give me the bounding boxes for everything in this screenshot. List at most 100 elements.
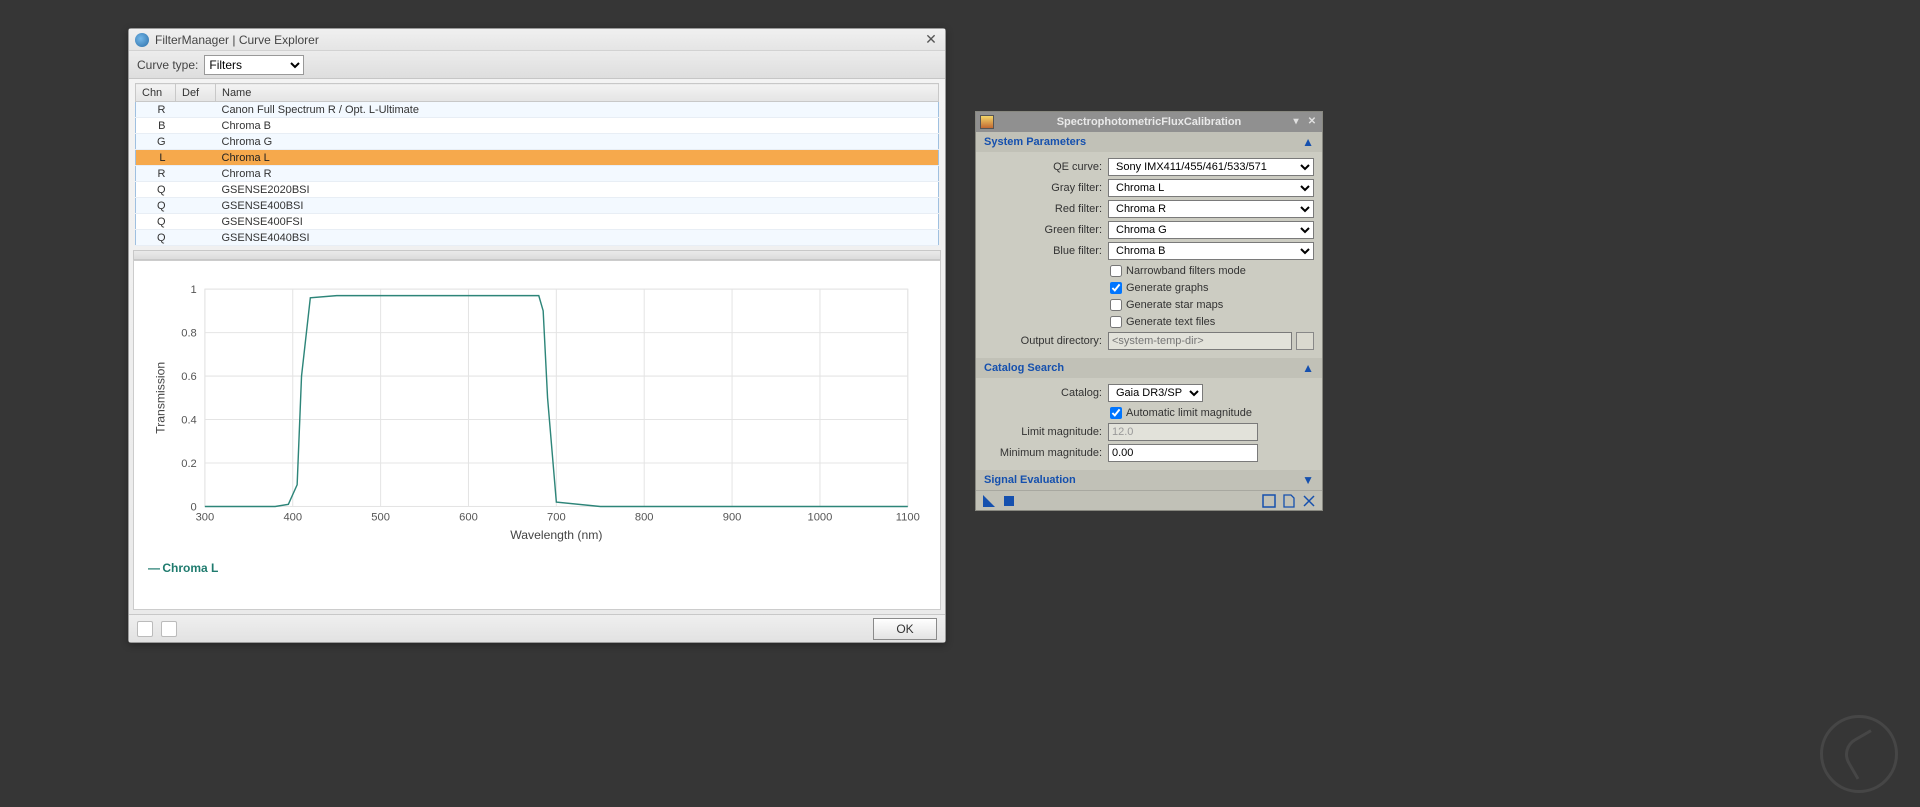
svg-text:700: 700 — [547, 512, 566, 524]
background-watermark — [1820, 715, 1898, 793]
col-def[interactable]: Def — [176, 84, 216, 102]
svg-text:0.8: 0.8 — [181, 328, 197, 340]
section-signal-evaluation[interactable]: Signal Evaluation ▼ — [976, 470, 1322, 490]
spfc-titlebar[interactable]: SpectrophotometricFluxCalibration ▾ ✕ — [976, 112, 1322, 132]
qe-curve-select[interactable]: Sony IMX411/455/461/533/571 — [1108, 158, 1314, 176]
export-pdf-icon[interactable] — [137, 621, 153, 637]
apply-global-icon[interactable] — [1262, 494, 1276, 508]
system-parameters-body: QE curve: Sony IMX411/455/461/533/571 Gr… — [976, 152, 1322, 358]
green-label: Green filter: — [984, 224, 1108, 236]
close-icon[interactable]: ✕ — [923, 31, 939, 48]
window-title: FilterManager | Curve Explorer — [155, 33, 319, 47]
curve-type-select[interactable]: Filters — [204, 55, 304, 75]
cell-def — [176, 166, 216, 182]
app-icon — [135, 33, 149, 47]
gray-filter-select[interactable]: Chroma L — [1108, 179, 1314, 197]
cell-chn: G — [136, 134, 176, 150]
chart-legend: — Chroma L — [148, 551, 920, 575]
output-directory-input[interactable] — [1108, 332, 1292, 350]
cell-def — [176, 118, 216, 134]
browse-icon[interactable] — [1296, 332, 1314, 350]
ok-button[interactable]: OK — [873, 618, 937, 640]
cell-name: Chroma L — [216, 150, 939, 166]
table-row[interactable]: QGSENSE400BSI — [136, 198, 939, 214]
filtermanager-titlebar[interactable]: FilterManager | Curve Explorer ✕ — [129, 29, 945, 51]
qe-label: QE curve: — [984, 161, 1108, 173]
apply-icon[interactable] — [1002, 494, 1016, 508]
svg-text:400: 400 — [283, 512, 302, 524]
cell-def — [176, 198, 216, 214]
reset-icon[interactable] — [1302, 494, 1316, 508]
cell-def — [176, 182, 216, 198]
generate-starmaps-check[interactable] — [1110, 299, 1122, 311]
table-row[interactable]: RChroma R — [136, 166, 939, 182]
cell-chn: Q — [136, 182, 176, 198]
section-system-parameters[interactable]: System Parameters ▲ — [976, 132, 1322, 152]
new-instance-icon[interactable] — [982, 494, 996, 508]
close-icon[interactable]: ✕ — [1306, 116, 1318, 128]
svg-text:Wavelength (nm): Wavelength (nm) — [510, 528, 602, 542]
green-filter-select[interactable]: Chroma G — [1108, 221, 1314, 239]
col-chn[interactable]: Chn — [136, 84, 176, 102]
collapse-icon[interactable]: ▲ — [1302, 361, 1314, 375]
svg-text:500: 500 — [371, 512, 390, 524]
cell-chn: R — [136, 102, 176, 118]
svg-text:0.2: 0.2 — [181, 458, 197, 470]
cell-name: Chroma R — [216, 166, 939, 182]
cell-chn: Q — [136, 198, 176, 214]
auto-limit-mag-check[interactable] — [1110, 407, 1122, 419]
minimum-magnitude-input[interactable] — [1108, 444, 1258, 462]
svg-text:Transmission: Transmission — [153, 362, 167, 434]
table-row[interactable]: G Chroma G — [136, 134, 939, 150]
section-catalog-search[interactable]: Catalog Search ▲ — [976, 358, 1322, 378]
red-filter-select[interactable]: Chroma R — [1108, 200, 1314, 218]
cell-def — [176, 134, 216, 150]
cell-chn: L — [136, 150, 176, 166]
cell-name: Chroma G — [216, 134, 939, 150]
table-row[interactable]: B Chroma B — [136, 118, 939, 134]
minimize-icon[interactable]: ▾ — [1290, 116, 1302, 128]
svg-text:1100: 1100 — [896, 512, 920, 524]
splitter[interactable] — [133, 250, 941, 260]
spfc-title: SpectrophotometricFluxCalibration — [1057, 116, 1242, 128]
curve-type-label: Curve type: — [137, 58, 198, 72]
narrowband-check[interactable] — [1110, 265, 1122, 277]
cell-def — [176, 102, 216, 118]
filter-table[interactable]: Chn Def Name RCanon Full Spectrum R / Op… — [135, 83, 939, 246]
expand-icon[interactable]: ▼ — [1302, 473, 1314, 487]
spfc-footer — [976, 490, 1322, 510]
col-name[interactable]: Name — [216, 84, 939, 102]
cell-def — [176, 150, 216, 166]
cell-name: Chroma B — [216, 118, 939, 134]
gray-label: Gray filter: — [984, 182, 1108, 194]
table-row[interactable]: Q GSENSE400FSI — [136, 214, 939, 230]
collapse-icon[interactable]: ▲ — [1302, 135, 1314, 149]
cell-name: GSENSE4040BSI — [216, 230, 939, 246]
cell-chn: B — [136, 118, 176, 134]
red-label: Red filter: — [984, 203, 1108, 215]
table-row[interactable]: RCanon Full Spectrum R / Opt. L-Ultimate — [136, 102, 939, 118]
cell-name: GSENSE400FSI — [216, 214, 939, 230]
filtermanager-statusbar: OK — [129, 614, 945, 642]
cell-chn: Q — [136, 214, 176, 230]
catalog-select[interactable]: Gaia DR3/SP — [1108, 384, 1203, 402]
table-row[interactable]: L Chroma L — [136, 150, 939, 166]
docs-icon[interactable] — [1282, 494, 1296, 508]
table-row[interactable]: QGSENSE2020BSI — [136, 182, 939, 198]
blue-filter-select[interactable]: Chroma B — [1108, 242, 1314, 260]
filtermanager-window: FilterManager | Curve Explorer ✕ Curve t… — [128, 28, 946, 643]
generate-graphs-check[interactable] — [1110, 282, 1122, 294]
cell-def — [176, 230, 216, 246]
generate-textfiles-check[interactable] — [1110, 316, 1122, 328]
spfc-window: SpectrophotometricFluxCalibration ▾ ✕ Sy… — [975, 111, 1323, 511]
process-icon — [980, 115, 994, 129]
svg-text:1000: 1000 — [808, 512, 833, 524]
limit-magnitude-input[interactable] — [1108, 423, 1258, 441]
table-row[interactable]: QGSENSE4040BSI — [136, 230, 939, 246]
filter-table-wrap: Chn Def Name RCanon Full Spectrum R / Op… — [129, 79, 945, 246]
svg-text:900: 900 — [723, 512, 742, 524]
svg-text:600: 600 — [459, 512, 478, 524]
cell-def — [176, 214, 216, 230]
catalog-label: Catalog: — [984, 387, 1108, 399]
tile-icon[interactable] — [161, 621, 177, 637]
